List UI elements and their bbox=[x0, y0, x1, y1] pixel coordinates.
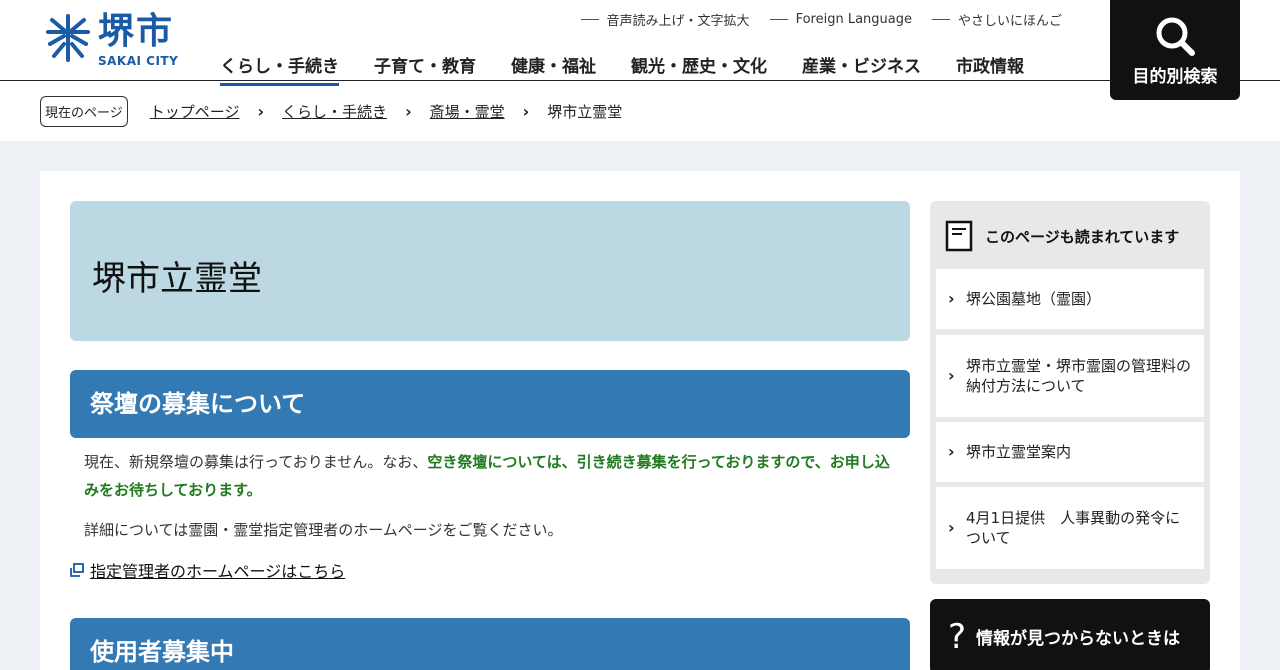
breadcrumb: 現在のページ トップページ › くらし・手続き › 斎場・霊堂 › 堺市立霊堂 bbox=[40, 96, 622, 127]
breadcrumb-link-funeral[interactable]: 斎場・霊堂 bbox=[430, 101, 505, 122]
paragraph-details: 詳細については霊園・霊堂指定管理者のホームページをご覧ください。 bbox=[84, 521, 563, 539]
chevron-right-icon: › bbox=[257, 102, 265, 121]
related-item-management-fee[interactable]: › 堺市立霊堂・堺市霊園の管理料の納付方法について bbox=[936, 335, 1204, 417]
breadcrumb-current-badge: 現在のページ bbox=[40, 96, 128, 127]
question-icon: ? bbox=[948, 616, 967, 657]
paragraph-altar-info: 現在、新規祭壇の募集は行っておりません。なお、空き祭壇については、引き続き募集を… bbox=[84, 448, 900, 504]
nav-item-tourism[interactable]: 観光・歴史・文化 bbox=[631, 52, 767, 86]
search-icon bbox=[1156, 17, 1195, 56]
breadcrumb-link-top[interactable]: トップページ bbox=[150, 101, 240, 122]
related-item-personnel-change[interactable]: › 4月1日提供 人事異動の発令について bbox=[936, 487, 1204, 569]
manager-homepage-link[interactable]: 指定管理者のホームページはこちら bbox=[70, 558, 345, 582]
section-heading-user-recruit: 使用者募集中 bbox=[70, 618, 910, 670]
page-title: 堺市立霊堂 bbox=[92, 259, 262, 299]
chevron-right-icon: › bbox=[522, 102, 530, 121]
logo-roman: SAKAI CITY bbox=[98, 54, 179, 68]
nav-item-living[interactable]: くらし・手続き bbox=[220, 52, 339, 86]
nav-item-childcare[interactable]: 子育て・教育 bbox=[374, 52, 476, 86]
logo-kanji: 堺市 bbox=[98, 11, 175, 52]
site-header: 堺市 SAKAI CITY 音声読み上げ・文字拡大 Foreign Langua… bbox=[0, 0, 1280, 86]
chevron-right-icon: › bbox=[948, 289, 955, 308]
info-not-found-label: 情報が見つからないときは bbox=[976, 629, 1181, 649]
chevron-right-icon: › bbox=[948, 366, 955, 385]
related-item-sakai-park-cemetery[interactable]: › 堺公園墓地（霊園） bbox=[936, 269, 1204, 329]
related-item-label: 4月1日提供 人事異動の発令について bbox=[966, 509, 1181, 547]
util-link-easy-japanese[interactable]: やさしいにほんご bbox=[932, 10, 1062, 29]
breadcrumb-current: 堺市立霊堂 bbox=[547, 103, 623, 121]
chevron-right-icon: › bbox=[405, 102, 412, 121]
purpose-search-label: 目的別検索 bbox=[1132, 66, 1218, 87]
purpose-search-button[interactable]: 目的別検索 bbox=[1110, 0, 1240, 100]
util-link-foreign-language[interactable]: Foreign Language bbox=[770, 10, 912, 29]
section-heading-altar-recruit: 祭壇の募集について bbox=[70, 370, 910, 438]
book-icon bbox=[945, 220, 973, 252]
nav-item-health[interactable]: 健康・福祉 bbox=[511, 52, 596, 86]
related-item-label: 堺公園墓地（霊園） bbox=[966, 290, 1102, 308]
chevron-right-icon: › bbox=[948, 442, 955, 461]
related-item-reido-guide[interactable]: › 堺市立霊堂案内 bbox=[936, 422, 1204, 482]
paragraph-plain-text: 現在、新規祭壇の募集は行っておりません。なお、 bbox=[84, 453, 428, 471]
chevron-right-icon: › bbox=[948, 518, 955, 537]
util-link-voice[interactable]: 音声読み上げ・文字拡大 bbox=[581, 10, 750, 29]
related-pages-heading: このページも読まれています bbox=[945, 220, 1179, 252]
sakai-emblem-icon bbox=[46, 14, 90, 62]
nav-item-city-info[interactable]: 市政情報 bbox=[956, 52, 1024, 86]
breadcrumb-link-living[interactable]: くらし・手続き bbox=[282, 101, 387, 122]
related-item-label: 堺市立霊堂案内 bbox=[966, 443, 1072, 461]
page-title-box: 堺市立霊堂 bbox=[70, 201, 910, 341]
external-window-icon bbox=[70, 563, 84, 577]
utility-links: 音声読み上げ・文字拡大 Foreign Language やさしいにほんご bbox=[581, 10, 1062, 29]
global-nav: くらし・手続き 子育て・教育 健康・福祉 観光・歴史・文化 産業・ビジネス 市政… bbox=[220, 52, 1059, 86]
info-not-found-button[interactable]: ? 情報が見つからないときは bbox=[930, 599, 1210, 670]
related-pages-title: このページも読まれています bbox=[985, 227, 1180, 246]
site-logo[interactable]: 堺市 SAKAI CITY bbox=[42, 12, 187, 70]
manager-homepage-link-label: 指定管理者のホームページはこちら bbox=[90, 562, 346, 581]
related-item-label: 堺市立霊堂・堺市霊園の管理料の納付方法について bbox=[966, 357, 1192, 395]
nav-item-business[interactable]: 産業・ビジネス bbox=[802, 52, 921, 86]
